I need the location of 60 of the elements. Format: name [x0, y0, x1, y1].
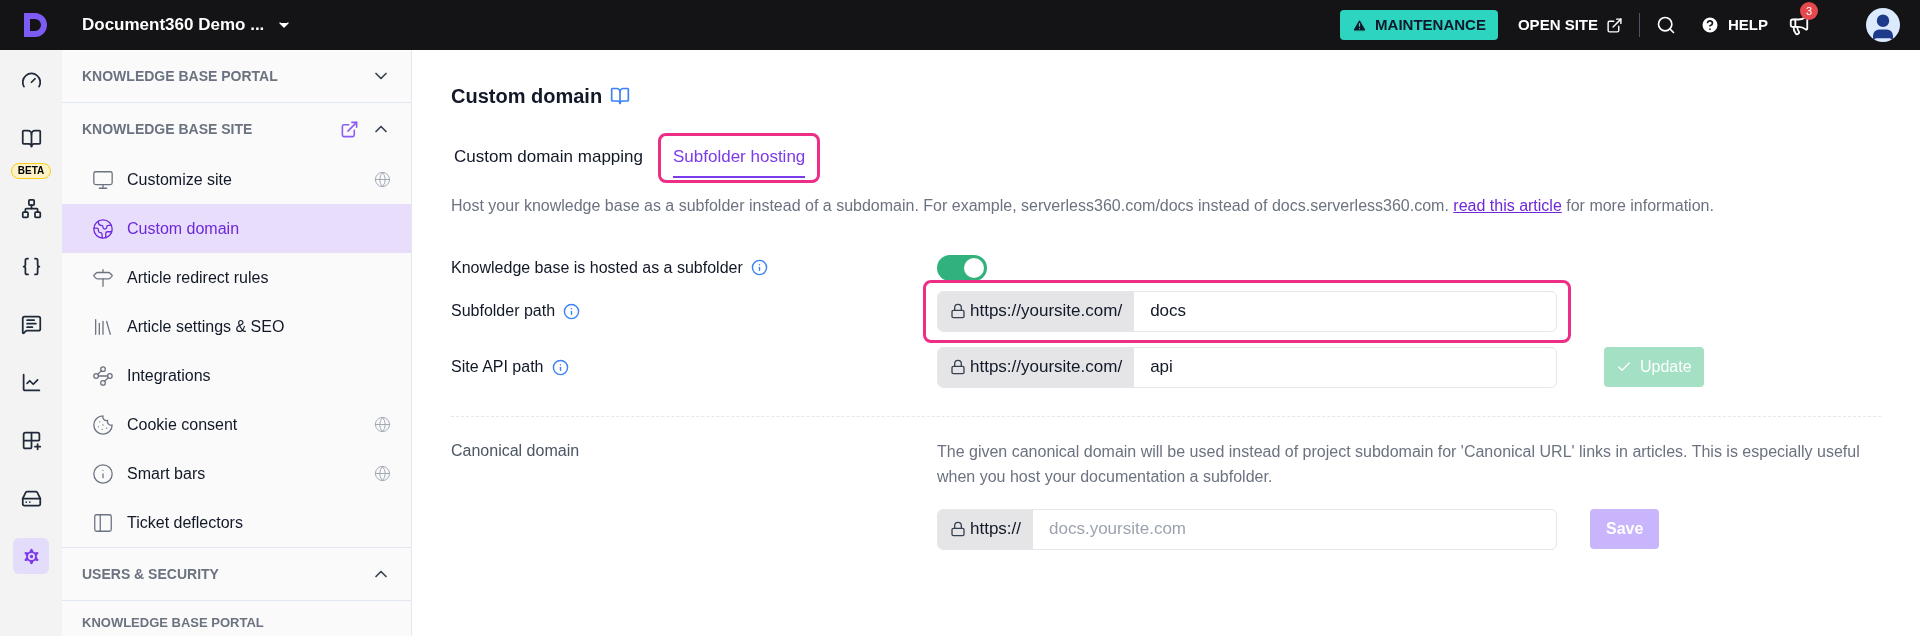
info-icon	[92, 462, 114, 485]
globe-icon	[92, 217, 114, 240]
tab[interactable]: Custom domain mapping	[454, 144, 643, 178]
chart-icon	[20, 371, 42, 393]
info-icon[interactable]	[563, 302, 581, 320]
lock-icon	[950, 521, 966, 537]
workspace-dropdown[interactable]: Document360 Demo ...	[82, 12, 293, 38]
help-button[interactable]: HELP	[1700, 13, 1768, 37]
section-heading: KNOWLEDGE BASE PORTAL	[82, 66, 279, 86]
sidebar-item[interactable]: Smart bars	[62, 449, 411, 498]
section-heading: KNOWLEDGE BASE SITE	[82, 119, 254, 139]
sidebar-item[interactable]: Customize site	[62, 155, 411, 204]
description: Host your knowledge base as a subfolder instead of a subdomain. For example, serverless360.com/docs instead of docs.serverless360.com. read this article for more information.	[451, 195, 1715, 216]
grid-plus-icon	[20, 429, 42, 451]
book-icon[interactable]	[610, 86, 631, 106]
sidebar-item[interactable]: Custom domain	[62, 204, 411, 253]
monitor-icon	[92, 168, 114, 191]
sidebar-item[interactable]: Ticket deflectors	[62, 498, 411, 547]
sidebar-item[interactable]: Integrations	[62, 351, 411, 400]
help-icon	[1700, 15, 1720, 35]
section-heading: KNOWLEDGE BASE PORTAL	[81, 614, 265, 632]
signpost-icon	[92, 266, 114, 289]
field-label: Knowledge base is hosted as a subfolder	[451, 257, 743, 278]
workflow-icon	[20, 197, 42, 219]
avatar[interactable]	[1866, 8, 1900, 42]
path-field[interactable]: https://yoursite.com/ docs	[937, 290, 1557, 332]
braces-icon	[20, 255, 42, 277]
message-icon	[20, 313, 42, 335]
article-link[interactable]: read this article	[1453, 196, 1562, 214]
sidebar-item[interactable]: Cookie consent	[62, 400, 411, 449]
maintenance-button[interactable]: MAINTENANCE	[1340, 10, 1498, 40]
info-icon[interactable]	[551, 358, 569, 376]
notification-count: 3	[1800, 2, 1818, 20]
warning-icon	[1352, 17, 1368, 33]
beta-badge: BETA	[10, 163, 52, 179]
url-prefix: https://	[970, 518, 1022, 541]
open-site-link[interactable]: OPEN SITE	[1517, 13, 1623, 37]
lock-icon	[950, 303, 966, 319]
external-link-icon[interactable]	[340, 119, 359, 139]
field-label: Site API path	[451, 357, 544, 377]
field-label: Subfolder path	[451, 301, 556, 321]
path-input[interactable]: docs	[1134, 291, 1556, 331]
info-icon[interactable]	[750, 259, 768, 276]
url-prefix: https://yoursite.com/	[970, 300, 1123, 323]
sidebar-item[interactable]: Article redirect rules	[62, 253, 411, 302]
field-label: Canonical domain	[451, 441, 580, 459]
page-title: Custom domain	[451, 84, 603, 109]
external-link-icon	[1606, 16, 1623, 34]
panel-icon	[92, 511, 114, 534]
url-prefix: https://yoursite.com/	[970, 356, 1123, 379]
cookie-icon	[92, 413, 114, 436]
lock-icon	[950, 359, 966, 375]
tab[interactable]: Subfolder hosting	[673, 144, 806, 178]
book-icon	[20, 127, 42, 149]
search-icon[interactable]	[1656, 15, 1676, 35]
sidebar-item[interactable]: Article settings & SEO	[62, 302, 411, 351]
toggle-switch[interactable]	[937, 254, 987, 281]
canonical-description: The given canonical domain will be used instead of project subdomain for 'Canonical URL' links in articles. This is especially useful when you host your documentation a subfolder.	[937, 441, 1861, 487]
section-heading: USERS & SECURITY	[82, 564, 220, 584]
nodes-icon	[92, 364, 114, 387]
